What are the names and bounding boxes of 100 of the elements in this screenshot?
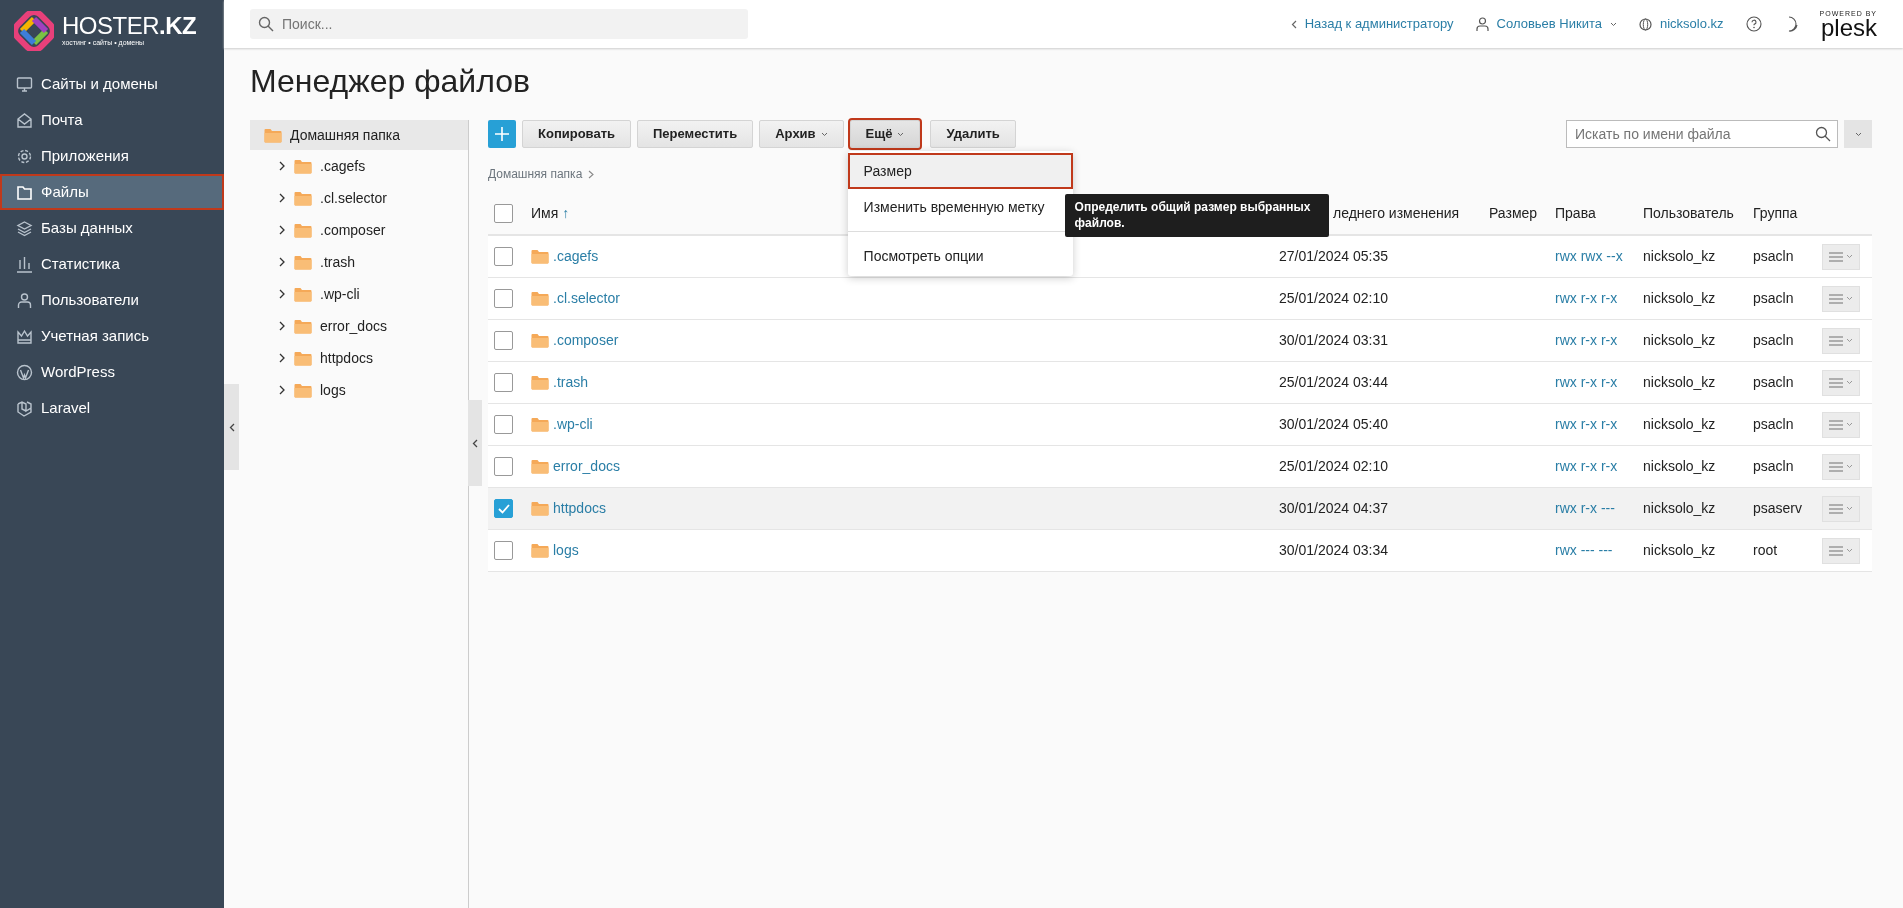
row-actions-button[interactable] (1822, 495, 1860, 522)
chevron-right-icon (278, 289, 286, 299)
menu-icon (1829, 335, 1843, 346)
tree-item[interactable]: .trash (250, 246, 468, 278)
tree-item[interactable]: .cagefs (250, 150, 468, 182)
user-menu[interactable]: Соловьев Никита (1496, 14, 1602, 34)
checkbox[interactable] (494, 331, 513, 350)
menu-icon (1829, 461, 1843, 472)
toolbar-button[interactable]: Копировать (522, 120, 631, 148)
permissions-link[interactable]: rwx r-x r-x (1555, 372, 1643, 393)
sidebar-item[interactable]: Сайты и домены (0, 66, 224, 102)
checkbox[interactable] (494, 541, 513, 560)
help-icon[interactable] (1745, 16, 1762, 32)
folder-icon (531, 249, 549, 264)
sidebar-item[interactable]: Статистика (0, 246, 224, 282)
file-name-link[interactable]: .wp-cli (553, 414, 593, 435)
checkbox[interactable] (494, 457, 513, 476)
sidebar-item[interactable]: Базы данных (0, 210, 224, 246)
toolbar-button[interactable]: Ещё (849, 120, 921, 148)
folder-icon (294, 158, 312, 174)
checkbox[interactable] (494, 415, 513, 434)
file-name-link[interactable]: .trash (553, 372, 588, 393)
row-actions-button[interactable] (1822, 327, 1860, 354)
caret-icon (820, 131, 828, 137)
check-icon (497, 503, 510, 514)
file-name-link[interactable]: logs (553, 540, 579, 561)
table-cell-text: nicksolo_kz (1643, 331, 1717, 350)
collapse-handle[interactable] (468, 400, 482, 486)
menu-item[interactable]: Посмотреть опции (847, 238, 1073, 274)
sidebar-item[interactable]: Файлы (0, 174, 224, 210)
permissions-link[interactable]: rwx r-x r-x (1555, 330, 1643, 351)
permissions-link[interactable]: rwx r-x r-x (1555, 456, 1643, 477)
toolbar-button[interactable]: Удалить (930, 120, 1016, 148)
row-actions-button[interactable] (1822, 285, 1860, 312)
envelope-icon (16, 111, 33, 129)
sidebar-item[interactable]: WordPress (0, 354, 224, 390)
breadcrumb-link[interactable]: Домашняя папка (488, 165, 583, 183)
toolbar-button[interactable]: Архив (759, 120, 844, 148)
tree-item[interactable]: httpdocs (250, 342, 468, 374)
row-actions-button[interactable] (1822, 369, 1860, 396)
tree-item[interactable]: .wp-cli (250, 278, 468, 310)
file-search-box[interactable]: Искать по имени файла (1566, 120, 1838, 148)
sidebar-item[interactable]: Приложения (0, 138, 224, 174)
sidebar-item[interactable]: Пользователи (0, 282, 224, 318)
menu-item[interactable]: Размер (847, 153, 1073, 189)
table-cell-text: 25/01/2024 02:10 (1279, 289, 1389, 308)
tree-item[interactable]: Домашняя папка (250, 120, 468, 150)
file-name-link[interactable]: httpdocs (553, 498, 606, 519)
tree-item[interactable]: .composer (250, 214, 468, 246)
search-box[interactable]: Поиск... (250, 9, 748, 39)
row-actions-button[interactable] (1822, 453, 1860, 480)
folder-icon (294, 254, 312, 270)
permissions-link[interactable]: rwx r-x --- (1555, 498, 1643, 519)
column-header: Пользователь (1643, 203, 1734, 223)
row-actions-button[interactable] (1822, 537, 1860, 564)
menu-icon (1829, 251, 1843, 262)
table-cell-text: root (1753, 541, 1779, 560)
sort-indicator[interactable]: ↑ (562, 202, 570, 224)
domain-link[interactable]: nicksolo.kz (1659, 14, 1724, 34)
checkbox[interactable] (494, 289, 513, 308)
file-name-link[interactable]: error_docs (553, 456, 620, 477)
column-header[interactable]: Имя (531, 202, 559, 224)
permissions-link[interactable]: rwx r-x r-x (1555, 414, 1643, 435)
wordpress-icon (16, 363, 33, 381)
folder-icon (531, 543, 549, 558)
row-actions-button[interactable] (1822, 243, 1860, 270)
search-field[interactable]: Поиск... (280, 12, 740, 36)
back-link[interactable]: Назад к администратору (1304, 14, 1454, 34)
checkbox[interactable] (494, 499, 513, 518)
file-name-link[interactable]: .cl.selector (553, 288, 620, 309)
checkbox[interactable] (494, 203, 513, 223)
collapse-handle[interactable] (224, 384, 239, 470)
tree-item[interactable]: .cl.selector (250, 182, 468, 214)
file-name-link[interactable]: .composer (553, 330, 619, 351)
folder-icon (294, 286, 312, 302)
tree-item[interactable]: error_docs (250, 310, 468, 342)
tree-item[interactable]: logs (250, 374, 468, 406)
globe-icon (1638, 17, 1652, 31)
file-search-field[interactable]: Искать по имени файла (1573, 122, 1815, 146)
sidebar-item[interactable]: Учетная запись (0, 318, 224, 354)
toolbar-button[interactable]: Переместить (637, 120, 754, 148)
file-name-link[interactable]: .cagefs (553, 246, 599, 267)
add-button[interactable] (488, 120, 516, 148)
permissions-link[interactable]: rwx rwx --x (1555, 246, 1643, 267)
caret-icon (1854, 131, 1862, 137)
checkbox[interactable] (494, 247, 513, 266)
caret-icon (1609, 21, 1617, 27)
monitor-icon (16, 75, 33, 93)
permissions-link[interactable]: rwx --- --- (1555, 540, 1643, 561)
folder-icon (531, 291, 549, 306)
sidebar-item[interactable]: Почта (0, 102, 224, 138)
table-cell-text: nicksolo_kz (1643, 457, 1717, 476)
sidebar-item[interactable]: Laravel (0, 390, 224, 426)
checkbox[interactable] (494, 373, 513, 392)
table-cell-text: nicksolo_kz (1643, 541, 1717, 560)
permissions-link[interactable]: rwx r-x r-x (1555, 288, 1643, 309)
menu-icon (1829, 545, 1843, 556)
page-title: Менеджер файлов (249, 62, 531, 101)
row-actions-button[interactable] (1822, 411, 1860, 438)
folder-icon (531, 375, 549, 390)
